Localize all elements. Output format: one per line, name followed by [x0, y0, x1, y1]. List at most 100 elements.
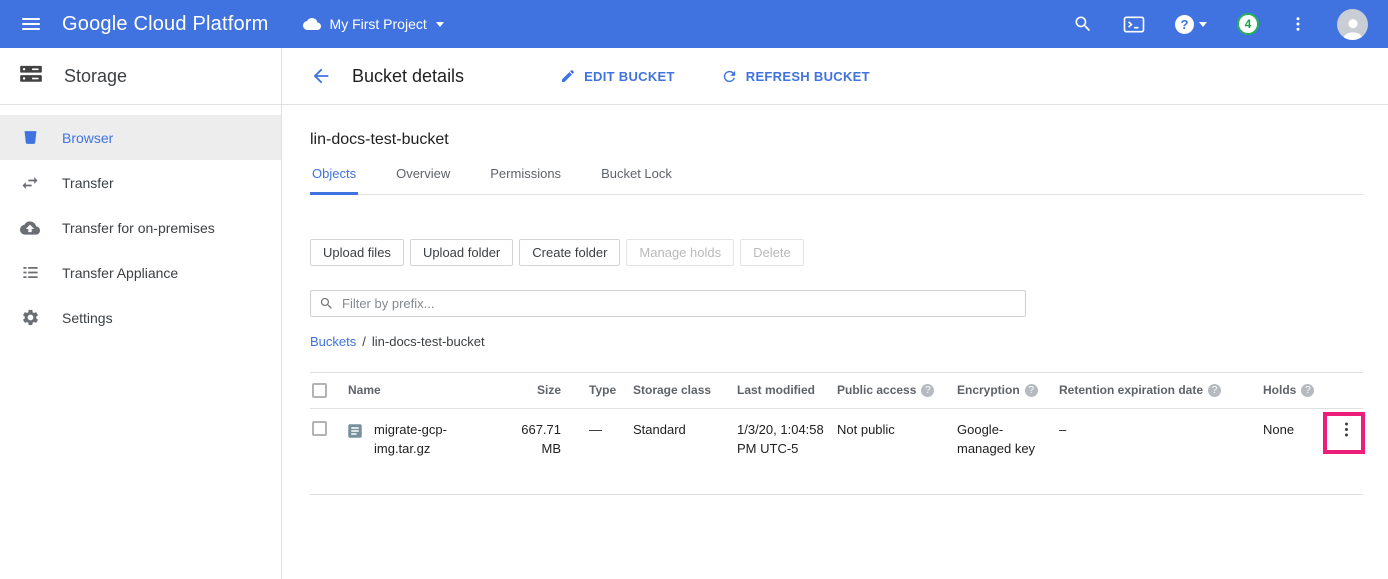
help-icon[interactable]: [1025, 384, 1038, 397]
row-name-cell: migrate-gcp-img.tar.gz: [346, 409, 513, 459]
bucket-name-heading: lin-docs-test-bucket: [310, 131, 1363, 149]
help-icon[interactable]: [1208, 384, 1221, 397]
row-retention-expiration-date: –: [1059, 409, 1263, 440]
select-all-checkbox[interactable]: [312, 383, 327, 398]
object-actions: Upload files Upload folder Create folder…: [310, 239, 1363, 266]
breadcrumb-current: lin-docs-test-bucket: [372, 334, 485, 349]
delete-button: Delete: [740, 239, 804, 266]
col-retention-expiration-date: Retention expiration date: [1059, 382, 1263, 399]
refresh-bucket-label: REFRESH BUCKET: [746, 69, 870, 84]
menu-icon[interactable]: [0, 0, 62, 48]
tab-overview[interactable]: Overview: [394, 166, 452, 195]
row-holds: None: [1263, 409, 1327, 440]
row-more-vert-icon[interactable]: [1335, 418, 1358, 441]
tab-bucket-lock[interactable]: Bucket Lock: [599, 166, 674, 195]
refresh-bucket-button[interactable]: REFRESH BUCKET: [721, 68, 870, 85]
topbar: Google Cloud Platform My First Project 4: [0, 0, 1388, 48]
upload-folder-button[interactable]: Upload folder: [410, 239, 513, 266]
filter-box: [310, 290, 1026, 317]
objects-table: Name Size Type Storage class Last modifi…: [310, 372, 1363, 495]
avatar[interactable]: [1337, 9, 1368, 40]
help-icon[interactable]: [1301, 384, 1314, 397]
breadcrumb-separator: /: [362, 334, 366, 349]
tab-label: Overview: [396, 166, 450, 181]
tab-label: Permissions: [490, 166, 561, 181]
sidebar-item-label: Browser: [62, 130, 113, 146]
col-type: Type: [573, 382, 633, 399]
object-name-link[interactable]: migrate-gcp-img.tar.gz: [374, 421, 501, 459]
table-header-row: Name Size Type Storage class Last modifi…: [310, 372, 1363, 409]
tab-label: Bucket Lock: [601, 166, 672, 181]
file-icon: [346, 422, 364, 440]
bucket-icon: [20, 128, 40, 148]
sidebar: Storage Browser Transfer Transfer for on…: [0, 48, 282, 579]
sidebar-title: Storage: [64, 66, 127, 87]
edit-bucket-label: EDIT BUCKET: [584, 69, 675, 84]
appliance-icon: [20, 263, 40, 283]
sidebar-item-transfer-appliance[interactable]: Transfer Appliance: [0, 250, 281, 295]
gear-icon: [20, 308, 40, 328]
project-selector[interactable]: My First Project: [303, 15, 444, 33]
project-name: My First Project: [330, 16, 427, 32]
topbar-actions: 4: [1073, 9, 1388, 40]
row-checkbox-cell: [310, 409, 346, 442]
more-vert-icon[interactable]: [1289, 15, 1307, 33]
col-public-access: Public access: [837, 382, 957, 399]
main-content: lin-docs-test-bucket Objects Overview Pe…: [282, 105, 1388, 579]
sidebar-item-label: Settings: [62, 310, 113, 326]
sidebar-header: Storage: [0, 48, 281, 105]
cloud-upload-icon: [20, 218, 40, 238]
help-menu[interactable]: [1175, 15, 1207, 34]
tab-label: Objects: [312, 166, 356, 181]
sidebar-item-transfer[interactable]: Transfer: [0, 160, 281, 205]
tab-objects[interactable]: Objects: [310, 166, 358, 195]
row-public-access: Not public: [837, 409, 957, 440]
search-icon[interactable]: [1073, 14, 1093, 34]
col-size: Size: [513, 382, 573, 399]
manage-holds-button: Manage holds: [626, 239, 734, 266]
breadcrumb-buckets-link[interactable]: Buckets: [310, 334, 356, 349]
table-row[interactable]: migrate-gcp-img.tar.gz 667.71 MB — Stand…: [310, 409, 1363, 495]
sidebar-item-label: Transfer: [62, 175, 114, 191]
breadcrumb: Buckets / lin-docs-test-bucket: [310, 334, 1363, 349]
cloud-shell-icon[interactable]: [1123, 15, 1145, 34]
row-checkbox[interactable]: [312, 421, 327, 436]
refresh-icon: [721, 68, 738, 85]
sidebar-item-browser[interactable]: Browser: [0, 115, 281, 160]
page-header: Bucket details EDIT BUCKET REFRESH BUCKE…: [282, 48, 1388, 105]
chevron-down-icon: [1199, 22, 1207, 27]
sidebar-item-settings[interactable]: Settings: [0, 295, 281, 340]
edit-bucket-button[interactable]: EDIT BUCKET: [560, 68, 675, 84]
sidebar-item-transfer-on-premises[interactable]: Transfer for on-premises: [0, 205, 281, 250]
sidebar-item-label: Transfer Appliance: [62, 265, 178, 281]
create-folder-button[interactable]: Create folder: [519, 239, 620, 266]
app-body: Storage Browser Transfer Transfer for on…: [0, 48, 1388, 579]
chevron-down-icon: [436, 22, 444, 27]
page-title: Bucket details: [352, 66, 464, 87]
row-storage-class: Standard: [633, 409, 737, 440]
filter-input[interactable]: [342, 296, 1017, 311]
col-encryption: Encryption: [957, 382, 1059, 399]
row-size: 667.71 MB: [513, 409, 573, 459]
main-column: Bucket details EDIT BUCKET REFRESH BUCKE…: [282, 48, 1388, 579]
row-encryption: Google-managed key: [957, 409, 1059, 459]
swap-arrows-icon: [20, 173, 40, 193]
back-arrow-icon[interactable]: [310, 65, 332, 87]
col-holds: Holds: [1263, 382, 1327, 399]
header-checkbox-cell: [310, 383, 346, 398]
col-storage-class: Storage class: [633, 382, 737, 399]
project-cloud-icon: [303, 15, 321, 33]
help-icon: [1175, 15, 1194, 34]
col-last-modified: Last modified: [737, 382, 837, 399]
help-icon[interactable]: [921, 384, 934, 397]
upload-files-button[interactable]: Upload files: [310, 239, 404, 266]
row-last-modified: 1/3/20, 1:04:58 PM UTC-5: [737, 409, 837, 459]
notification-badge[interactable]: 4: [1237, 13, 1259, 35]
brand-title[interactable]: Google Cloud Platform: [62, 13, 269, 36]
row-type: —: [573, 409, 633, 440]
storage-product-icon: [18, 61, 44, 92]
col-name: Name: [346, 382, 513, 399]
sidebar-item-label: Transfer for on-premises: [62, 220, 215, 236]
tab-permissions[interactable]: Permissions: [488, 166, 563, 195]
row-menu-cell: [1327, 409, 1363, 441]
